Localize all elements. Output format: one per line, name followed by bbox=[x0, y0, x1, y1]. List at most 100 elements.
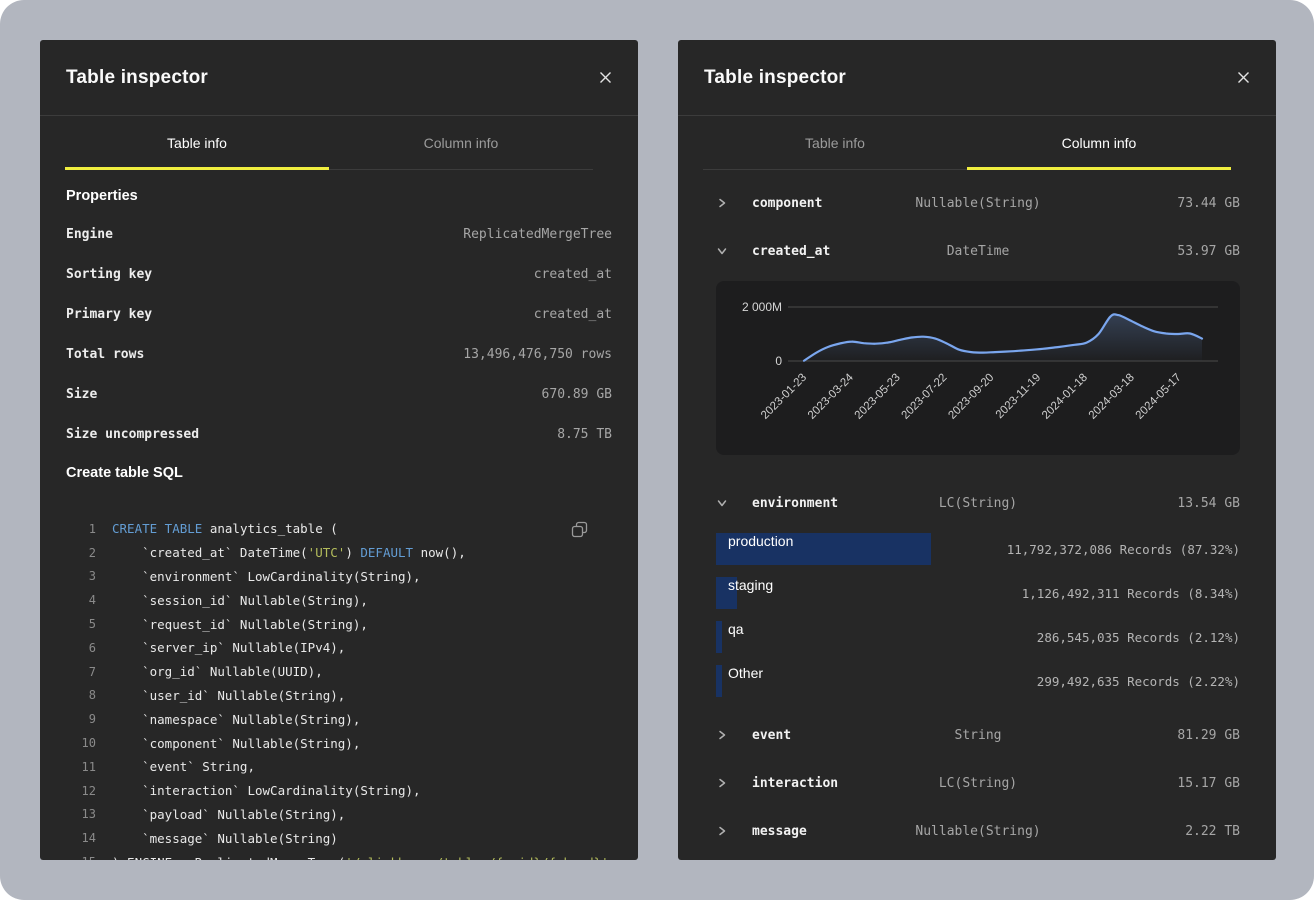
tab-table-info[interactable]: Table info bbox=[703, 116, 967, 169]
sql-string: 'UTC' bbox=[308, 545, 346, 560]
sql-text: , bbox=[609, 855, 617, 860]
chevron-right-icon bbox=[716, 825, 732, 837]
x-axis-tick-label: 2023-09-20 bbox=[946, 372, 996, 422]
column-size: 81.29 GB bbox=[1177, 728, 1240, 743]
column-row-created_at[interactable]: created_atDateTime53.97 GB bbox=[716, 227, 1240, 275]
value-records-count: 11,792,372,086 Records (87.32%) bbox=[1007, 542, 1240, 557]
value-row-staging: staging1,126,492,311 Records (8.34%) bbox=[716, 571, 1240, 615]
value-label: Other bbox=[728, 665, 763, 681]
sql-line: 12 `interaction` LowCardinality(String), bbox=[66, 779, 612, 803]
sql-text: ) bbox=[345, 545, 360, 560]
column-size: 15.17 GB bbox=[1177, 776, 1240, 791]
column-row-component[interactable]: componentNullable(String)73.44 GB bbox=[716, 179, 1240, 227]
property-value: 13,496,476,750 rows bbox=[463, 347, 612, 362]
line-code: `interaction` LowCardinality(String), bbox=[112, 783, 421, 798]
column-name: environment bbox=[752, 496, 838, 511]
tab-label: Table info bbox=[805, 135, 865, 151]
column-name: created_at bbox=[752, 244, 830, 259]
line-number: 6 bbox=[66, 641, 96, 655]
table-info-content: Properties EngineReplicatedMergeTreeSort… bbox=[40, 186, 638, 860]
y-axis-tick-label: 0 bbox=[775, 354, 782, 368]
line-code: `org_id` Nullable(UUID), bbox=[112, 664, 323, 679]
chevron-down-icon bbox=[716, 245, 732, 257]
column-type: Nullable(String) bbox=[915, 196, 1040, 211]
line-number: 7 bbox=[66, 665, 96, 679]
tab-column-info[interactable]: Column info bbox=[329, 116, 593, 169]
property-value: ReplicatedMergeTree bbox=[463, 227, 612, 242]
line-number: 4 bbox=[66, 593, 96, 607]
line-code: `request_id` Nullable(String), bbox=[112, 617, 368, 632]
sql-line: 11 `event` String, bbox=[66, 755, 612, 779]
properties-list: EngineReplicatedMergeTreeSorting keycrea… bbox=[66, 214, 612, 454]
property-label: Size uncompressed bbox=[66, 427, 199, 442]
sql-text: `namespace` Nullable(String), bbox=[112, 712, 360, 727]
sql-text: `event` String, bbox=[112, 759, 255, 774]
column-row-environment[interactable]: environmentLC(String)13.54 GB bbox=[716, 479, 1240, 527]
sql-line: 9 `namespace` Nullable(String), bbox=[66, 707, 612, 731]
line-code: `message` Nullable(String) bbox=[112, 831, 338, 846]
tab-table-info[interactable]: Table info bbox=[65, 116, 329, 169]
sql-line: 14 `message` Nullable(String) bbox=[66, 826, 612, 850]
value-records-count: 299,492,635 Records (2.22%) bbox=[1037, 674, 1240, 689]
value-label: staging bbox=[728, 577, 773, 593]
sql-keyword: CREATE TABLE bbox=[112, 521, 202, 536]
copy-sql-button[interactable] bbox=[571, 521, 588, 538]
line-number: 2 bbox=[66, 546, 96, 560]
sql-line: 13 `payload` Nullable(String), bbox=[66, 803, 612, 827]
tab-column-info[interactable]: Column info bbox=[967, 116, 1231, 169]
property-label: Size bbox=[66, 387, 97, 402]
sql-code-block: 1CREATE TABLE analytics_table (2 `create… bbox=[66, 517, 612, 860]
line-code: CREATE TABLE analytics_table ( bbox=[112, 521, 338, 536]
line-code: `created_at` DateTime('UTC') DEFAULT now… bbox=[112, 545, 466, 560]
close-button[interactable] bbox=[1233, 67, 1254, 88]
area-chart: 2 000M02023-01-232023-03-242023-05-23202… bbox=[716, 281, 1240, 455]
line-code: `session_id` Nullable(String), bbox=[112, 593, 368, 608]
x-axis-tick-label: 2023-07-22 bbox=[899, 372, 949, 422]
sql-text: `user_id` Nullable(String), bbox=[112, 688, 345, 703]
property-value: 670.89 GB bbox=[542, 387, 612, 402]
line-number: 14 bbox=[66, 831, 96, 845]
chevron-right-icon bbox=[716, 777, 732, 789]
sql-line: 15) ENGINE = ReplicatedMergeTree('/click… bbox=[66, 850, 612, 860]
x-axis-tick-label: 2023-01-23 bbox=[759, 372, 809, 422]
sql-text: now(), bbox=[413, 545, 466, 560]
value-records-count: 286,545,035 Records (2.12%) bbox=[1037, 630, 1240, 645]
column-row-event[interactable]: eventString81.29 GB bbox=[716, 711, 1240, 759]
value-row-other: Other 299,492,635 Records (2.22%) bbox=[716, 659, 1240, 703]
value-label: qa bbox=[728, 621, 744, 637]
modal-title: Table inspector bbox=[704, 67, 846, 89]
tab-label: Column info bbox=[424, 135, 499, 151]
column-row-message[interactable]: messageNullable(String)2.22 TB bbox=[716, 807, 1240, 855]
value-row-qa: qa 286,545,035 Records (2.12%) bbox=[716, 615, 1240, 659]
table-inspector-modal-table-info: Table inspector Table info Column info P… bbox=[40, 40, 638, 860]
line-code: `environment` LowCardinality(String), bbox=[112, 569, 421, 584]
value-bar-container: staging bbox=[716, 577, 962, 609]
value-bar-container: Other bbox=[716, 665, 962, 697]
property-label: Sorting key bbox=[66, 267, 152, 282]
modal-header: Table inspector bbox=[40, 40, 638, 116]
property-row: Sorting keycreated_at bbox=[66, 254, 612, 294]
line-number: 9 bbox=[66, 712, 96, 726]
sql-line: 2 `created_at` DateTime('UTC') DEFAULT n… bbox=[66, 541, 612, 565]
sql-text: `environment` LowCardinality(String), bbox=[112, 569, 421, 584]
line-code: `server_ip` Nullable(IPv4), bbox=[112, 640, 345, 655]
line-number: 3 bbox=[66, 569, 96, 583]
column-row-interaction[interactable]: interactionLC(String)15.17 GB bbox=[716, 759, 1240, 807]
sql-string: '/clickhouse/tables/{uuid}/{shard}' bbox=[345, 855, 608, 860]
property-row: EngineReplicatedMergeTree bbox=[66, 214, 612, 254]
value-row-production: production11,792,372,086 Records (87.32%… bbox=[716, 527, 1240, 571]
line-code: `component` Nullable(String), bbox=[112, 736, 360, 751]
tab-bar: Table info Column info bbox=[703, 116, 1231, 170]
area-fill bbox=[804, 314, 1202, 361]
column-size: 73.44 GB bbox=[1177, 196, 1240, 211]
x-icon bbox=[599, 71, 612, 84]
column-name: event bbox=[752, 728, 791, 743]
modal-title: Table inspector bbox=[66, 67, 208, 89]
sql-text: `component` Nullable(String), bbox=[112, 736, 360, 751]
created-at-histogram: 2 000M02023-01-232023-03-242023-05-23202… bbox=[716, 281, 1240, 455]
sql-line: 5 `request_id` Nullable(String), bbox=[66, 612, 612, 636]
close-button[interactable] bbox=[595, 67, 616, 88]
column-size: 2.22 TB bbox=[1185, 824, 1240, 839]
sql-text: `org_id` Nullable(UUID), bbox=[112, 664, 323, 679]
line-number: 12 bbox=[66, 784, 96, 798]
